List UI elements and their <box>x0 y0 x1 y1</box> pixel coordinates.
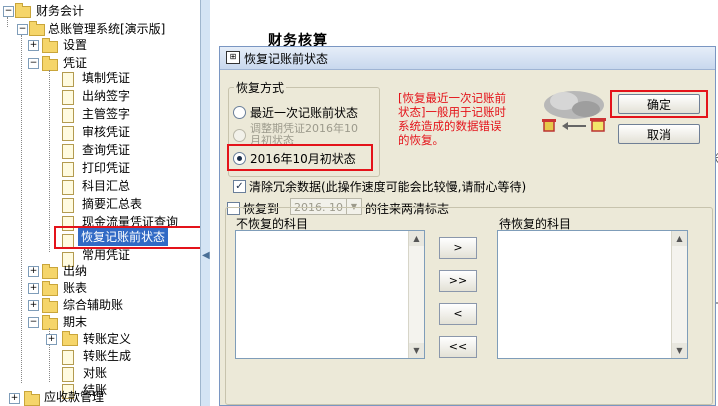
scrollbar[interactable]: ▲ ▼ <box>671 231 687 358</box>
folder-icon <box>42 56 58 71</box>
tree-item-transfer-def[interactable]: 转账定义 <box>83 330 131 348</box>
expand-icon[interactable]: + <box>9 393 20 404</box>
tree-item-supervisor-sign[interactable]: 主管签字 <box>82 105 130 123</box>
tree-item-print-voucher[interactable]: 打印凭证 <box>82 159 130 177</box>
folder-icon <box>42 281 58 296</box>
scroll-down-icon[interactable]: ▼ <box>409 343 424 358</box>
navigation-tree: − 财务会计 − 总账管理系统[演示版] + 设置 − 凭证 填制凭证 出纳签字… <box>0 0 200 406</box>
tree-item-abstract-summary[interactable]: 摘要汇总表 <box>82 195 142 213</box>
move-all-right-button[interactable]: >> <box>439 270 477 292</box>
restore-method-label: 恢复方式 <box>234 79 287 96</box>
to-restore-list[interactable]: ▲ ▼ <box>497 230 688 359</box>
document-icon <box>62 198 74 213</box>
tree-item-account-summary[interactable]: 科目汇总 <box>82 177 130 195</box>
tree-node-reports[interactable]: 账表 <box>63 279 87 297</box>
expand-icon[interactable]: + <box>28 300 39 311</box>
expand-icon[interactable]: + <box>46 334 57 345</box>
radio-adjust-period[interactable] <box>233 129 246 142</box>
move-left-button[interactable]: < <box>439 303 477 325</box>
radio-last-posting[interactable] <box>233 106 246 119</box>
note-line: 的恢复。 <box>398 133 444 147</box>
document-icon <box>62 162 74 177</box>
note-line: [恢复最近一次记账前 <box>398 91 506 105</box>
scrollbar[interactable]: ▲ ▼ <box>408 231 424 358</box>
expand-icon[interactable]: + <box>28 266 39 277</box>
folder-icon <box>24 391 40 406</box>
restore-illustration <box>542 91 606 132</box>
folder-icon <box>42 38 58 53</box>
tree-node-period-end[interactable]: 期末 <box>63 313 87 331</box>
dialog-titlebar[interactable]: ⊞ 恢复记账前状态 <box>220 47 715 70</box>
tree-node-cashier[interactable]: 出纳 <box>63 262 87 280</box>
tree-item-common-voucher[interactable]: 常用凭证 <box>82 246 130 264</box>
expand-icon[interactable]: + <box>28 283 39 294</box>
note-line: 状态]一般用于记账时 <box>398 105 506 119</box>
move-all-left-button[interactable]: << <box>439 336 477 358</box>
highlight-box <box>227 144 373 171</box>
document-icon <box>62 108 74 123</box>
expand-icon[interactable]: + <box>28 40 39 51</box>
note-line: 系统造成的数据错误 <box>398 119 502 133</box>
collapse-icon[interactable]: − <box>17 24 28 35</box>
tree-item-transfer-gen[interactable]: 转账生成 <box>83 347 131 365</box>
document-icon <box>62 72 74 87</box>
tree-node-ar[interactable]: 应收款管理 <box>44 388 104 406</box>
collapse-icon[interactable]: − <box>28 317 39 328</box>
tree-item-fill-voucher[interactable]: 填制凭证 <box>82 69 130 87</box>
document-icon <box>62 180 74 195</box>
tree-node-finance[interactable]: 财务会计 <box>36 2 84 20</box>
non-restore-list[interactable]: ▲ ▼ <box>235 230 425 359</box>
scroll-up-icon[interactable]: ▲ <box>672 231 687 246</box>
folder-icon <box>15 3 31 18</box>
folder-icon <box>42 298 58 313</box>
collapse-icon[interactable]: − <box>28 58 39 69</box>
document-icon <box>62 126 74 141</box>
cancel-button[interactable]: 取消 <box>618 124 700 144</box>
tree-item-audit-voucher[interactable]: 审核凭证 <box>82 123 130 141</box>
scroll-up-icon[interactable]: ▲ <box>409 231 424 246</box>
folder-icon <box>42 315 58 330</box>
highlight-box <box>610 90 708 118</box>
clear-data-checkbox[interactable]: ✓ <box>233 180 246 193</box>
tree-item-cashier-sign[interactable]: 出纳签字 <box>82 87 130 105</box>
clear-data-label: 清除冗余数据(此操作速度可能会比较慢,请耐心等待) <box>249 180 527 194</box>
move-right-button[interactable]: > <box>439 237 477 259</box>
tree-node-aux[interactable]: 综合辅助账 <box>63 296 123 314</box>
tree-item-query-voucher[interactable]: 查询凭证 <box>82 141 130 159</box>
collapse-arrow-icon[interactable]: ◀ <box>202 250 210 261</box>
window-icon: ⊞ <box>226 51 240 64</box>
tree-node-settings[interactable]: 设置 <box>63 36 87 54</box>
restore-dialog: ⊞ 恢复记账前状态 恢复方式 最近一次记账前状态 调整期凭证2016年10 月初… <box>219 46 716 406</box>
document-icon <box>62 90 74 105</box>
document-icon <box>62 144 74 159</box>
dialog-title: 恢复记账前状态 <box>244 52 329 66</box>
document-icon <box>62 350 74 365</box>
folder-icon <box>29 21 45 36</box>
collapse-icon[interactable]: − <box>3 6 14 17</box>
document-icon <box>62 367 74 382</box>
folder-icon <box>42 264 58 279</box>
option-last-posting-label: 最近一次记账前状态 <box>250 106 359 120</box>
tree-item-reconcile[interactable]: 对账 <box>83 364 107 382</box>
scroll-down-icon[interactable]: ▼ <box>672 343 687 358</box>
help-note: [恢复最近一次记账前 状态]一般用于记账时 系统造成的数据错误 的恢复。 <box>398 91 506 147</box>
folder-icon <box>62 331 78 346</box>
